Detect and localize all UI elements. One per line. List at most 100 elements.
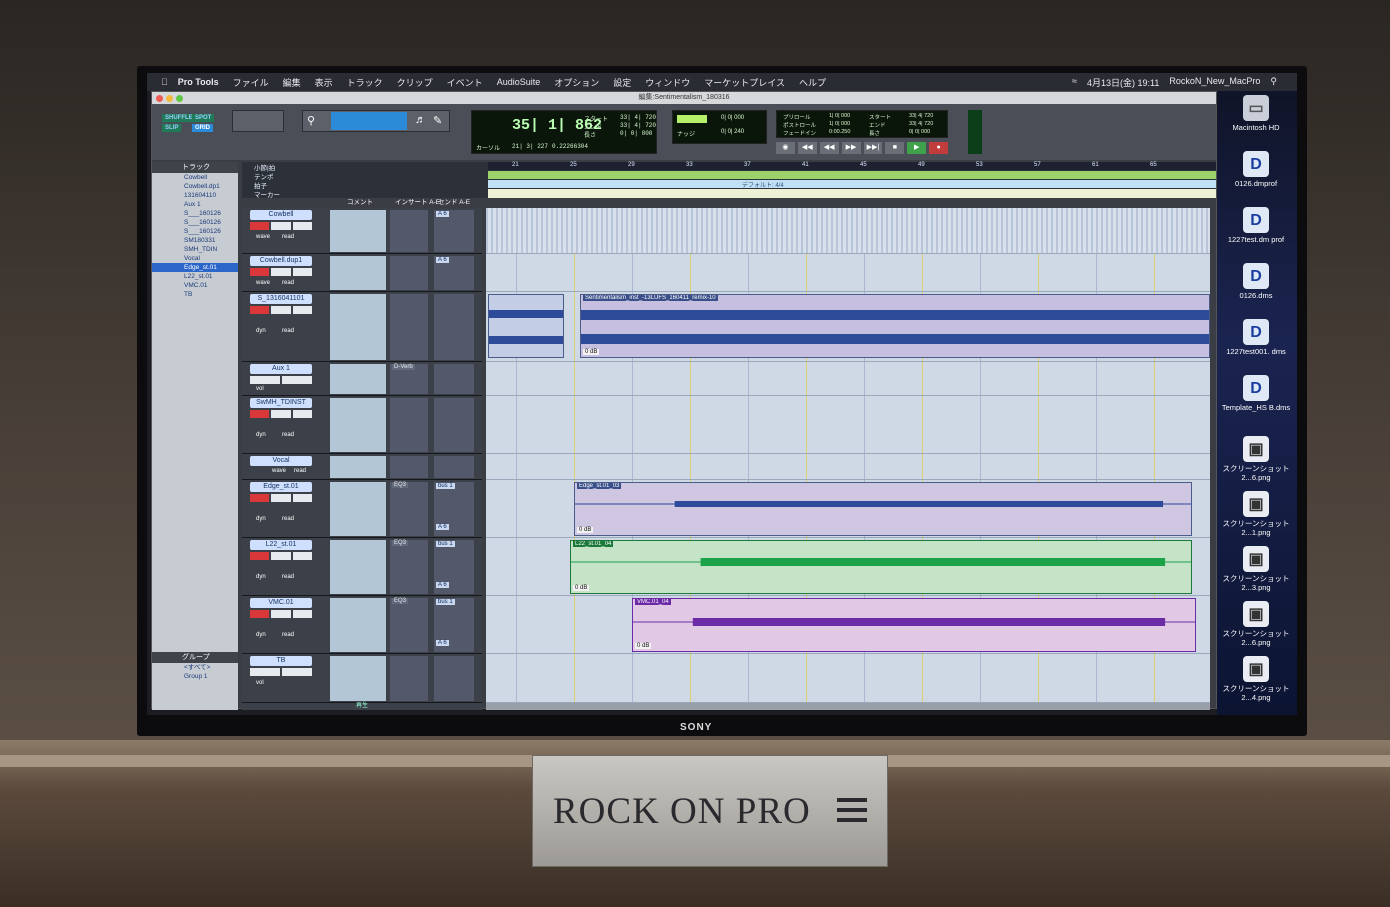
track-header[interactable]: Cowbell wave read A 6 (242, 208, 482, 254)
bars-ruler[interactable]: 21 25 29 33 37 41 45 49 53 57 61 65 (488, 162, 1216, 170)
track-view-selector[interactable]: wave (256, 234, 270, 240)
speaker-icon[interactable]: ♬ (415, 114, 426, 126)
track-name[interactable]: SwMH_TDINST (250, 398, 312, 408)
rewind-button[interactable]: ◀◀ (819, 142, 839, 154)
zoom-button[interactable] (176, 95, 183, 102)
spotlight-icon[interactable]: ⚲ (1270, 76, 1277, 89)
track-name[interactable]: Edge_st.01 (250, 482, 312, 492)
menu-user[interactable]: RockoN_New_MacPro (1169, 76, 1260, 89)
insert-slots[interactable] (390, 540, 428, 594)
menu-item-setup[interactable]: 設定 (613, 76, 631, 89)
track-name[interactable]: Cowbell (250, 210, 312, 220)
track-view-selector[interactable]: dyn (256, 432, 266, 438)
track-view-selector[interactable]: wave (256, 280, 270, 286)
desktop-item[interactable]: ▭ Macintosh HD (1217, 95, 1295, 132)
menu-item-edit[interactable]: 編集 (283, 76, 301, 89)
insert-slots[interactable] (390, 398, 428, 452)
solo-button[interactable] (250, 376, 280, 384)
record-enable-button[interactable] (250, 306, 270, 314)
send-slots[interactable] (434, 364, 474, 394)
group-list-header[interactable]: グループ (152, 652, 238, 663)
list-item[interactable]: Cowbell (152, 173, 238, 182)
menu-item-audiosuite[interactable]: AudioSuite (497, 77, 541, 87)
automation-mode[interactable]: read (282, 328, 294, 334)
list-item[interactable]: SM180331 (152, 236, 238, 245)
audio-clip[interactable]: VMC.01_04 0 dB (632, 598, 1196, 652)
track-lane-l22[interactable]: L22_st.01_04 0 dB (486, 538, 1210, 596)
return-to-zero-button[interactable]: ◀◀ (797, 142, 817, 154)
send-slots[interactable] (434, 656, 474, 701)
list-item[interactable]: S___160126 (152, 209, 238, 218)
mute-button[interactable] (282, 668, 312, 676)
track-view-selector[interactable]: dyn (256, 328, 266, 334)
track-lane-vmc[interactable]: VMC.01_04 0 dB (486, 596, 1210, 654)
comment-field[interactable] (330, 210, 386, 252)
comment-field[interactable] (330, 256, 386, 290)
smart-tool[interactable] (331, 112, 407, 130)
menu-item-protools[interactable]: Pro Tools (178, 77, 219, 87)
main-counter[interactable]: 35| 1| 862 カーソル 21| 3| 227 0.22266304 スタ… (471, 110, 657, 154)
comment-field[interactable] (330, 364, 386, 394)
mode-shuffle[interactable]: SHUFFLE (162, 114, 196, 122)
desktop-item[interactable]: ▣ スクリーンショット 2...6.png (1217, 601, 1295, 647)
go-to-end-button[interactable]: ▶▶| (863, 142, 883, 154)
track-lane-edge[interactable]: Edge_st.01_03 0 dB (486, 480, 1210, 538)
menu-item-window[interactable]: ウィンドウ (645, 76, 690, 89)
comment-field[interactable] (330, 656, 386, 701)
pencil-tool-icon[interactable]: ✎ (433, 114, 442, 127)
list-item[interactable]: Edge_st.01 (152, 263, 238, 272)
list-item[interactable]: Vocal (152, 254, 238, 263)
grid-nudge-display[interactable]: 0| 0| 000 ナッジ 0| 0| 240 (672, 110, 767, 144)
fast-forward-button[interactable]: ▶▶ (841, 142, 861, 154)
insert-name[interactable]: EQ3 (392, 482, 409, 488)
mute-button[interactable] (292, 552, 312, 560)
track-list-header[interactable]: トラック (152, 162, 238, 173)
mute-button[interactable] (292, 610, 312, 618)
track-view-selector[interactable]: vol (256, 680, 264, 686)
apple-icon[interactable]:  (161, 77, 168, 87)
menu-item-help[interactable]: ヘルプ (799, 76, 826, 89)
track-header[interactable]: L22_st.01 dyn read EQ3 bus 1 A 6 (242, 538, 482, 596)
desktop-item[interactable]: ▣ スクリーンショット 2...1.png (1217, 491, 1295, 537)
mute-button[interactable] (282, 376, 312, 384)
desktop-item[interactable]: D Template_HS B.dms (1217, 375, 1295, 412)
comment-field[interactable] (330, 598, 386, 652)
send-slots[interactable] (434, 456, 474, 478)
desktop-item[interactable]: D 0126.dmprof (1217, 151, 1295, 188)
menu-item-track[interactable]: トラック (347, 76, 383, 89)
send-name[interactable]: A 6 (436, 524, 449, 530)
insert-slots[interactable] (390, 656, 428, 701)
list-item[interactable]: Aux 1 (152, 200, 238, 209)
menu-datetime[interactable]: 4月13日(金) 19:11 (1087, 76, 1159, 89)
desktop-item[interactable]: ▣ スクリーンショット 2...4.png (1217, 656, 1295, 702)
list-item[interactable]: Cowbell.dp1 (152, 182, 238, 191)
track-header[interactable]: TB vol (242, 654, 482, 703)
list-item[interactable]: TB (152, 290, 238, 299)
track-header[interactable]: Aux 1 vol D-Verb (242, 362, 482, 396)
comment-field[interactable] (330, 482, 386, 536)
send-name[interactable]: bus 1 (436, 483, 455, 489)
track-view-selector[interactable]: dyn (256, 516, 266, 522)
automation-mode[interactable]: read (282, 574, 294, 580)
play-button[interactable]: ▶ (907, 142, 927, 154)
list-item[interactable]: VMC.01 (152, 281, 238, 290)
desktop-item[interactable]: D 0126.dms (1217, 263, 1295, 300)
insert-slots[interactable] (390, 456, 428, 478)
comment-field[interactable] (330, 398, 386, 452)
track-lane-tb[interactable] (486, 654, 1210, 703)
record-enable-button[interactable] (250, 552, 270, 560)
desktop-item[interactable]: D 1227test.dm prof (1217, 207, 1295, 244)
desktop-item[interactable]: ▣ スクリーンショット 2...6.png (1217, 436, 1295, 482)
comment-field[interactable] (330, 456, 386, 478)
track-header[interactable]: Cowbell.dup1 wave read A 6 (242, 254, 482, 292)
mode-spot[interactable]: SPOT (192, 114, 215, 122)
menu-item-marketplace[interactable]: マーケットプレイス (704, 76, 785, 89)
send-name[interactable]: A 6 (436, 211, 449, 217)
mode-slip[interactable]: SLIP (162, 124, 182, 132)
list-item[interactable]: <すべて> (152, 663, 238, 672)
clip-gain[interactable]: 0 dB (573, 585, 590, 591)
track-view-selector[interactable]: wave (272, 468, 286, 474)
track-view-selector[interactable]: dyn (256, 632, 266, 638)
automation-mode[interactable]: read (294, 468, 306, 474)
send-name[interactable]: A 6 (436, 582, 449, 588)
